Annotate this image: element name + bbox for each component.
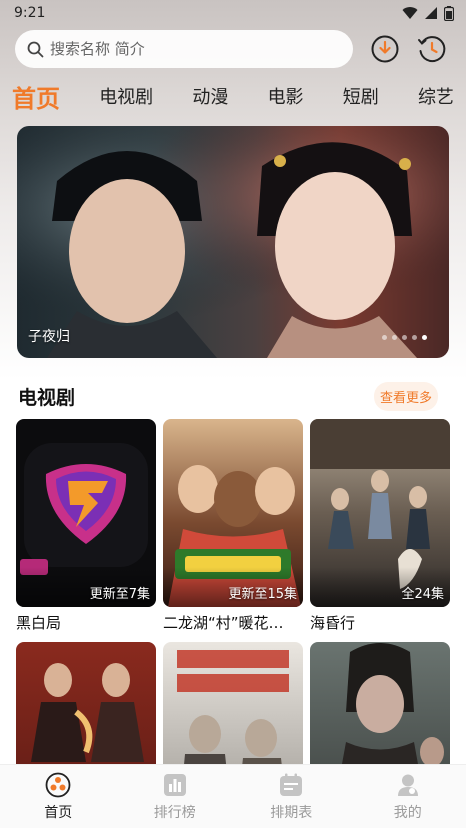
carousel-indicator [382, 335, 427, 340]
section-header: 电视剧 查看更多 [18, 380, 438, 412]
tab-home[interactable]: 首页 [12, 79, 60, 114]
poster: 更新至7集 [16, 419, 156, 607]
nav-home[interactable]: 首页 [18, 772, 98, 822]
home-icon [45, 772, 71, 797]
history-icon[interactable] [417, 34, 447, 64]
nav-profile[interactable]: 我的 [368, 772, 448, 822]
status-icons [402, 5, 454, 21]
nav-label: 排期表 [270, 804, 313, 821]
card-title: 海昏行 [310, 614, 356, 632]
search-bar[interactable] [15, 30, 353, 68]
signal-icon [425, 7, 437, 19]
carousel-dot-active[interactable] [422, 335, 427, 340]
ranking-icon [163, 773, 186, 796]
card-title: 二龙湖“村”暖花… [163, 614, 284, 632]
nav-ranking[interactable]: 排行榜 [135, 772, 215, 822]
download-icon[interactable] [370, 34, 400, 64]
see-more-button[interactable]: 查看更多 [373, 381, 438, 411]
status-bar: 9:21 [0, 0, 466, 26]
wifi-icon [402, 7, 418, 20]
video-card[interactable]: 更新至15集 二龙湖“村”暖花… [163, 419, 303, 633]
nav-label: 首页 [44, 804, 73, 821]
tab-variety[interactable]: 综艺 [418, 83, 454, 109]
carousel-dot[interactable] [412, 335, 417, 340]
episode-badge: 更新至7集 [89, 587, 150, 602]
search-row [15, 30, 455, 70]
nav-schedule[interactable]: 排期表 [251, 772, 331, 822]
banner-carousel[interactable]: 子夜归 [17, 126, 449, 358]
search-input[interactable] [50, 40, 330, 58]
nav-label: 我的 [393, 804, 422, 821]
card-title: 黑白局 [16, 614, 62, 632]
category-tabs: 首页 电视剧 动漫 电影 短剧 综艺 [12, 78, 454, 114]
video-card[interactable]: 全24集 海昏行 [310, 419, 450, 633]
bottom-navigation: 首页 排行榜 排期表 我的 [0, 764, 466, 828]
banner-caption: 子夜归 [28, 329, 70, 345]
carousel-dot[interactable] [382, 335, 387, 340]
nav-label: 排行榜 [153, 804, 196, 821]
episode-badge: 更新至15集 [228, 587, 297, 602]
section-title: 电视剧 [18, 386, 76, 409]
banner-image [17, 126, 449, 358]
search-icon [27, 41, 44, 57]
tab-short-drama[interactable]: 短剧 [343, 83, 379, 109]
poster: 更新至15集 [163, 419, 303, 607]
episode-badge: 全24集 [401, 587, 444, 602]
carousel-dot[interactable] [402, 335, 407, 340]
profile-icon [397, 774, 418, 796]
tab-anime[interactable]: 动漫 [192, 83, 228, 109]
battery-icon [444, 5, 454, 21]
video-card[interactable]: 更新至7集 黑白局 [16, 419, 156, 633]
calendar-icon [280, 773, 303, 796]
status-time: 9:21 [14, 5, 46, 21]
tab-movie[interactable]: 电影 [268, 83, 304, 109]
tab-tv-series[interactable]: 电视剧 [99, 83, 153, 109]
carousel-dot[interactable] [392, 335, 397, 340]
poster: 全24集 [310, 419, 450, 607]
